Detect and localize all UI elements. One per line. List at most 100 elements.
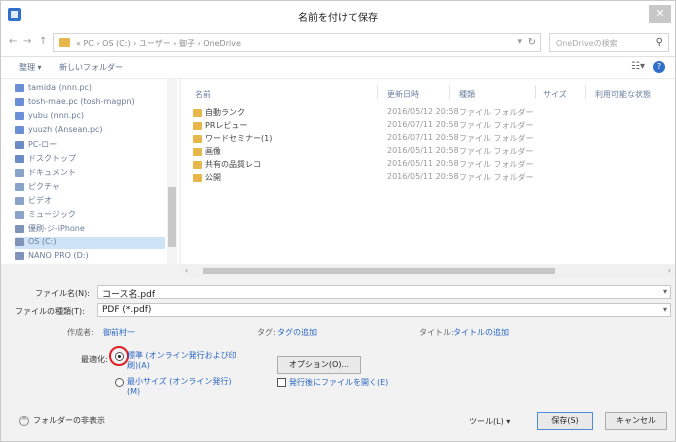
nav-item[interactable]: OS (C:) [15,237,165,249]
save-button[interactable]: 保存(S) [537,412,593,430]
search-icon: ⚲ [655,37,663,48]
nav-item[interactable]: ドスクトップ [15,153,165,165]
folder-icon [193,122,202,130]
file-date: 2016/07/11 20:58 [387,133,459,142]
file-name: 自動ランク [205,108,245,117]
column-header-name[interactable]: 名前 [195,89,211,100]
file-type: ファイル フォルダー [459,173,534,182]
open-after-checkbox[interactable] [277,378,286,387]
address-bar: ← → ↑ « PC › OS (C:) › ユーザー › 御子 › OneDr… [1,29,675,57]
file-type: ファイル フォルダー [459,147,534,156]
table-row[interactable]: 公開 2016/05/11 20:58 ファイル フォルダー [181,172,675,184]
new-folder-button[interactable]: 新しいフォルダー [59,62,123,73]
table-row[interactable]: 自動ランク 2016/05/12 20:58 ファイル フォルダー [181,107,675,119]
table-row[interactable]: 共有の品質レコ 2016/05/11 20:58 ファイル フォルダー [181,159,675,171]
scroll-right-icon[interactable]: › [668,266,671,275]
tags-value[interactable]: タグの追加 [277,327,317,338]
table-row[interactable]: ワードセミナー(1) 2016/07/11 20:58 ファイル フォルダー [181,133,675,145]
organize-button[interactable]: 整理 ▾ [19,62,42,73]
search-input[interactable]: OneDriveの検索 ⚲ [549,33,669,52]
column-divider[interactable] [585,85,586,99]
nav-scrollbar[interactable] [167,79,177,264]
nav-item[interactable]: ドキュメント [15,167,165,179]
nav-item-label: OS (C:) [28,237,57,246]
title-value[interactable]: タイトルの追加 [453,327,509,338]
nav-item-label: PC-ロー [28,140,58,149]
chevron-down-icon[interactable]: ▾ [663,305,667,314]
nav-item[interactable]: 優刷-ジ-iPhone [15,223,165,235]
table-row[interactable]: PRレビュー 2016/07/11 20:58 ファイル フォルダー [181,120,675,132]
scroll-left-icon[interactable]: ‹ [185,266,188,275]
chevron-down-icon[interactable]: ▾ [517,37,522,47]
filetype-select[interactable]: PDF (*.pdf) ▾ [97,303,671,317]
nav-item[interactable]: yubu (nnn.pc) [15,111,165,123]
file-name: ワードセミナー(1) [205,134,273,143]
author-value[interactable]: 御前村一 [103,327,135,338]
nav-item[interactable]: tamida (nnn.pc) [15,83,165,95]
radio-minimum[interactable] [115,378,124,387]
nav-item[interactable]: yuuzh (Ansean.pc) [15,125,165,137]
column-divider[interactable] [377,85,378,99]
open-after-label[interactable]: 発行後にファイルを開く(E) [289,377,388,388]
tools-dropdown[interactable]: ツール(L) ▾ [469,416,510,427]
file-date: 2016/05/12 20:58 [387,107,459,116]
table-row[interactable]: 画像 2016/05/11 20:58 ファイル フォルダー [181,146,675,158]
radio-standard[interactable] [115,352,124,361]
drive-icon [15,210,24,219]
file-name: 公開 [205,173,221,182]
optimize-label: 最適化: [81,355,108,364]
nav-item[interactable]: ピクチャ [15,181,165,193]
close-button[interactable]: ✕ [649,5,671,23]
drive-icon [15,83,24,92]
drive-icon [15,140,24,149]
forward-arrow-icon[interactable]: → [23,36,31,47]
nav-scrollbar-thumb[interactable] [168,187,176,247]
drive-icon [15,111,24,120]
chevron-down-icon[interactable]: ▾ [663,287,667,296]
nav-item[interactable]: PC-ロー [15,139,165,151]
options-button[interactable]: オプション(O)... [277,356,361,374]
refresh-icon[interactable]: ↻ [528,37,536,48]
drive-icon [15,182,24,191]
up-arrow-icon[interactable]: ↑ [39,36,47,47]
folder-icon [193,161,202,169]
nav-item[interactable]: NANO PRO (D:) [15,251,165,263]
chevron-up-icon: ^ [19,415,29,426]
nav-item-label: ピクチャ [28,182,60,191]
radio-minimum-label[interactable]: 最小サイズ (オンライン発行)(M) [127,377,237,397]
radio-standard-label[interactable]: 標準 (オンライン発行および印刷)(A) [127,351,237,371]
drive-icon [15,97,24,106]
file-type: ファイル フォルダー [459,134,534,143]
file-date: 2016/05/11 20:58 [387,172,459,181]
column-divider[interactable] [449,85,450,99]
tags-label: タグ: [257,328,276,337]
column-header-status[interactable]: 利用可能な状態 [595,89,651,100]
filetype-value: PDF (*.pdf) [102,305,152,315]
nav-item-label: yubu (nnn.pc) [28,111,84,120]
title-bar: 名前を付けて保存 ✕ [1,1,675,29]
nav-item-label: 優刷-ジ-iPhone [28,224,85,233]
navigation-pane: tamida (nnn.pc) tosh-mae.pc (tosh-magpn) y… [1,79,179,264]
horizontal-scrollbar-thumb[interactable] [203,268,555,274]
nav-item-label: ドスクトップ [28,154,76,163]
nav-item[interactable]: tosh-mae.pc (tosh-magpn) [15,97,165,109]
column-header-size[interactable]: サイズ [543,89,567,100]
help-icon[interactable]: ? [653,61,665,73]
nav-item-label: NANO PRO (D:) [28,251,89,260]
nav-item[interactable]: ビデオ [15,195,165,207]
author-label: 作成者: [67,328,94,337]
column-divider[interactable] [535,85,536,99]
back-arrow-icon[interactable]: ← [9,36,17,47]
path-breadcrumb[interactable]: « PC › OS (C:) › ユーザー › 御子 › OneDrive ▾ … [53,33,541,52]
nav-item[interactable]: ミュージック [15,209,165,221]
filename-input[interactable]: コース名.pdf ▾ [97,285,671,300]
save-as-dialog: 名前を付けて保存 ✕ ← → ↑ « PC › OS (C:) › ユーザー ›… [0,0,676,442]
column-header-date[interactable]: 更新日時 [387,89,419,100]
cancel-button[interactable]: キャンセル [605,412,667,430]
column-header-type[interactable]: 種類 [459,89,475,100]
view-options-icon[interactable]: ☷▾ [631,61,645,72]
horizontal-scrollbar[interactable]: ‹ › [181,265,675,277]
nav-item-label: yuuzh (Ansean.pc) [28,125,103,134]
file-name: 画像 [205,147,221,156]
hide-folders-toggle[interactable]: ^ フォルダーの非表示 [19,415,105,426]
